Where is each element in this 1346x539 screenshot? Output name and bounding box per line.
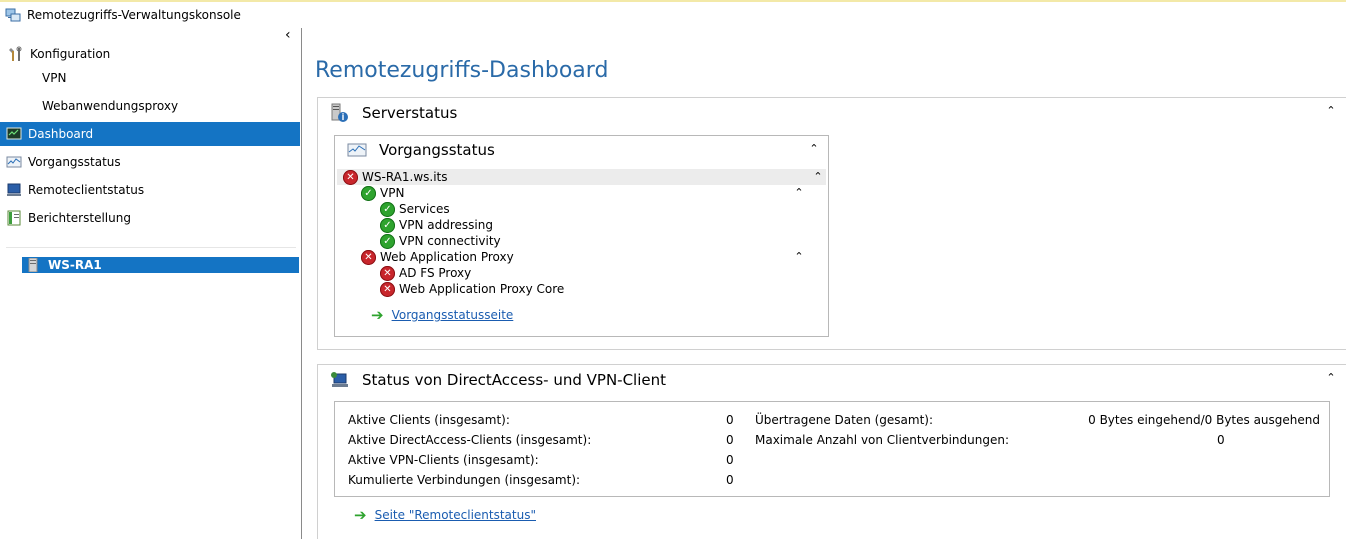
item-label: VPN connectivity	[399, 234, 501, 248]
operations-status-link[interactable]: Vorgangsstatusseite	[392, 308, 514, 322]
remote-client-status-link[interactable]: Seite "Remoteclientstatus"	[375, 508, 536, 522]
collapse-host-chevron-icon[interactable]: ⌃	[811, 170, 825, 184]
tree-web-application-proxy[interactable]: ✕ Web Application Proxy	[361, 249, 514, 265]
sidebar-item-label: Dashboard	[28, 127, 94, 141]
remote-client-icon	[6, 182, 22, 198]
item-label: VPN addressing	[399, 218, 493, 232]
green-arrow-icon: ➔	[371, 306, 384, 324]
error-icon: ✕	[380, 265, 395, 281]
stat-value: 0 Bytes eingehend/0 Bytes ausgehend	[1088, 413, 1320, 427]
collapse-operations-chevron-icon[interactable]: ⌃	[807, 142, 821, 156]
collapse-client-status-chevron-icon[interactable]: ⌃	[1324, 371, 1338, 385]
green-arrow-icon: ➔	[354, 506, 367, 524]
host-label: WS-RA1.ws.its	[362, 170, 448, 184]
ok-icon: ✓	[361, 185, 376, 201]
error-icon: ✕	[380, 281, 395, 297]
sidebar-separator	[6, 247, 296, 248]
collapse-server-status-chevron-icon[interactable]: ⌃	[1324, 104, 1338, 118]
stat-label: Aktive Clients (insgesamt):	[348, 413, 510, 427]
ok-icon: ✓	[380, 233, 395, 249]
client-status-section: Status von DirectAccess- und VPN-Client …	[317, 364, 1346, 539]
operations-status-panel: Vorgangsstatus ⌃ ✕ WS-RA1.ws.its ⌃ ✓ VPN…	[334, 135, 829, 337]
sidebar-item-label: Konfiguration	[30, 47, 111, 61]
server-status-header: Serverstatus	[330, 102, 457, 124]
collapse-vpn-chevron-icon[interactable]: ⌃	[792, 186, 806, 200]
collapse-wap-chevron-icon[interactable]: ⌃	[792, 250, 806, 264]
wap-label: Web Application Proxy	[380, 250, 514, 264]
tree-adfs-proxy[interactable]: ✕ AD FS Proxy	[380, 265, 471, 281]
client-status-link-row: ➔ Seite "Remoteclientstatus"	[354, 507, 536, 523]
sidebar-item-webanwendungsproxy[interactable]: Webanwendungsproxy	[0, 94, 300, 118]
operations-status-header: Vorgangsstatus	[347, 139, 495, 161]
tree-vpn-addressing[interactable]: ✓ VPN addressing	[380, 217, 493, 233]
sidebar-item-label: Remoteclientstatus	[28, 183, 145, 197]
client-status-icon	[330, 370, 350, 390]
operations-status-icon	[347, 142, 367, 158]
tools-icon	[8, 46, 24, 62]
panel-title: Vorgangsstatus	[379, 141, 495, 159]
server-icon	[28, 257, 38, 273]
section-title: Status von DirectAccess- und VPN-Client	[362, 371, 667, 389]
sidebar-item-dashboard[interactable]: Dashboard	[0, 122, 300, 146]
server-name: WS-RA1	[48, 258, 102, 272]
sidebar-item-vorgangsstatus[interactable]: Vorgangsstatus	[0, 150, 300, 174]
sidebar-item-label: Vorgangsstatus	[28, 155, 121, 169]
stat-label: Kumulierte Verbindungen (insgesamt):	[348, 473, 581, 487]
ok-icon: ✓	[380, 201, 395, 217]
tree-vpn[interactable]: ✓ VPN	[361, 185, 404, 201]
ok-icon: ✓	[380, 217, 395, 233]
window-title: Remotezugriffs-Verwaltungskonsole	[27, 8, 241, 22]
sidebar-item-label: VPN	[42, 71, 67, 85]
stat-value: 0	[1217, 433, 1225, 447]
item-label: Web Application Proxy Core	[399, 282, 565, 296]
server-node[interactable]: WS-RA1	[22, 257, 299, 273]
server-status-section: Serverstatus ⌃ Vorgangsstatus ⌃ ✕ WS-RA1…	[317, 97, 1346, 350]
stat-value: 0	[726, 433, 734, 447]
remote-access-console-icon	[5, 7, 21, 23]
item-label: AD FS Proxy	[399, 266, 472, 280]
title-bar: Remotezugriffs-Verwaltungskonsole	[0, 2, 1346, 28]
navigation-pane: ‹ Konfiguration VPN Webanwendungsproxy D…	[0, 28, 302, 539]
sidebar-item-label: Webanwendungsproxy	[42, 99, 179, 113]
sidebar-item-berichterstellung[interactable]: Berichterstellung	[0, 206, 300, 230]
sidebar-item-konfiguration[interactable]: Konfiguration	[0, 42, 300, 66]
server-status-icon	[330, 103, 350, 123]
client-status-header: Status von DirectAccess- und VPN-Client	[330, 369, 666, 391]
operations-status-link-row: ➔ Vorgangsstatusseite	[371, 307, 513, 323]
tree-host[interactable]: ✕ WS-RA1.ws.its	[343, 169, 448, 185]
dashboard-icon	[6, 126, 22, 142]
section-title: Serverstatus	[362, 104, 458, 122]
report-icon	[6, 210, 22, 226]
sidebar-item-vpn[interactable]: VPN	[0, 66, 300, 90]
vpn-label: VPN	[380, 186, 405, 200]
client-stats-panel: Aktive Clients (insgesamt): 0 Aktive Dir…	[334, 401, 1330, 497]
tree-wap-core[interactable]: ✕ Web Application Proxy Core	[380, 281, 564, 297]
sidebar-item-remoteclientstatus[interactable]: Remoteclientstatus	[0, 178, 300, 202]
stat-label: Aktive VPN-Clients (insgesamt):	[348, 453, 539, 467]
page-title: Remotezugriffs-Dashboard	[315, 58, 609, 83]
tree-vpn-connectivity[interactable]: ✓ VPN connectivity	[380, 233, 501, 249]
error-icon: ✕	[361, 249, 376, 265]
stat-label: Aktive DirectAccess-Clients (insgesamt):	[348, 433, 592, 447]
stat-value: 0	[726, 473, 734, 487]
collapse-pane-chevron-icon[interactable]: ‹	[285, 28, 299, 42]
tree-vpn-services[interactable]: ✓ Services	[380, 201, 450, 217]
stat-label: Maximale Anzahl von Clientverbindungen:	[755, 433, 1009, 447]
stat-label: Übertragene Daten (gesamt):	[755, 413, 934, 427]
error-icon: ✕	[343, 169, 358, 185]
sidebar-item-label: Berichterstellung	[28, 211, 131, 225]
operations-status-icon	[6, 154, 22, 170]
stat-value: 0	[726, 453, 734, 467]
stat-value: 0	[726, 413, 734, 427]
item-label: Services	[399, 202, 450, 216]
